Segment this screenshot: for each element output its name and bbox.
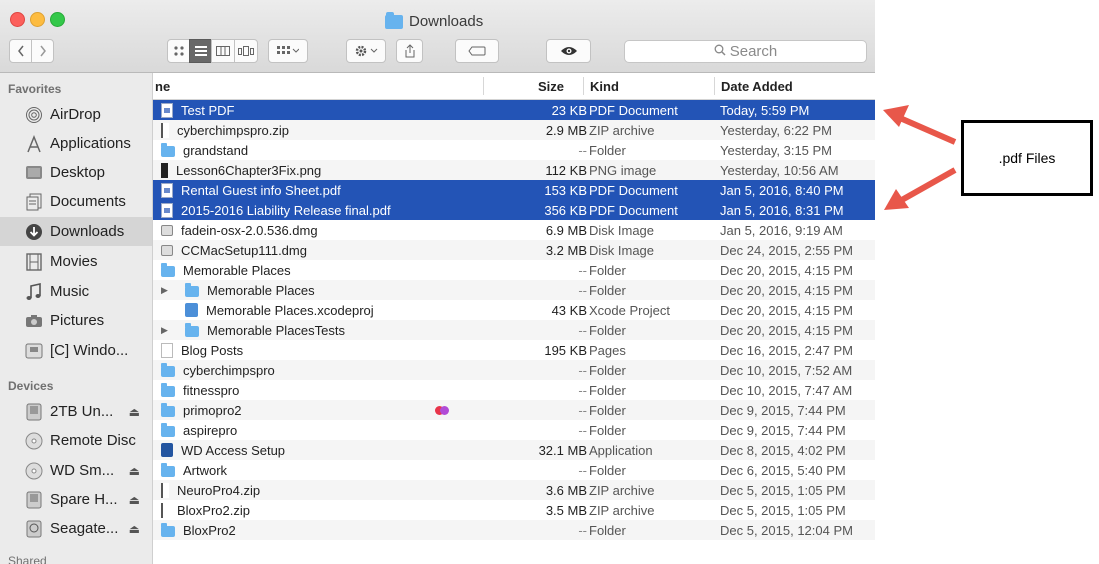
- arrow-upper: [883, 105, 957, 145]
- annotation-arrows: [883, 105, 957, 210]
- annotation-label: .pdf Files: [998, 150, 1056, 166]
- annotation-label-box: .pdf Files: [961, 120, 1093, 196]
- arrow-lower: [884, 167, 957, 210]
